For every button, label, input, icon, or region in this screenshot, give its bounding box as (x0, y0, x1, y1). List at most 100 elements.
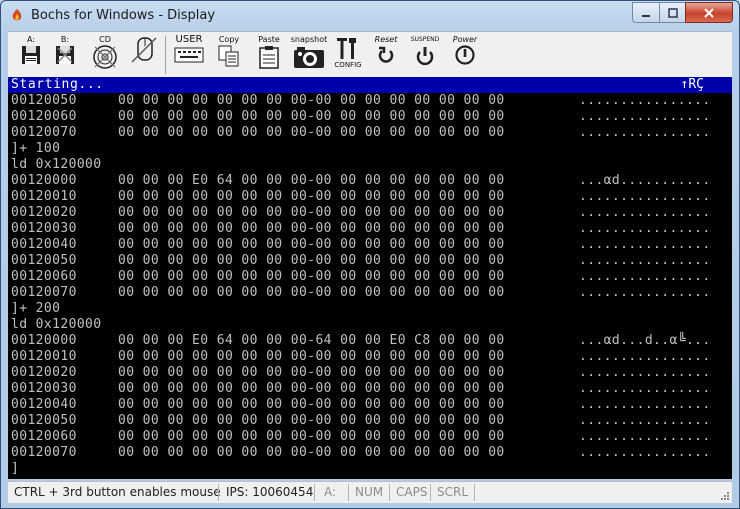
dump-ascii: ...αd........... (579, 173, 711, 188)
memory-dump-row: 00120060 00 00 00 00 00 00 00 00-00 00 00… (11, 269, 729, 285)
copy-button[interactable]: Copy (214, 35, 244, 75)
dump-address: 00120030 (11, 221, 77, 236)
dump-ascii: ................ (579, 125, 711, 140)
dump-hex-bytes: 00 00 00 00 00 00 00 00-00 00 00 00 00 0… (118, 109, 505, 124)
memory-dump-row: 00120040 00 00 00 00 00 00 00 00-00 00 00… (11, 237, 729, 253)
resize-grip-icon[interactable] (720, 491, 730, 501)
keyboard-icon (174, 47, 204, 63)
floppy-b-button[interactable]: B: (52, 35, 78, 75)
caps-lock-indicator: CAPS (396, 485, 428, 499)
memory-dump-row: 00120060 00 00 00 00 00 00 00 00-00 00 00… (11, 429, 729, 445)
floppy-a-button[interactable]: A: (18, 35, 44, 75)
memory-dump-row: 00120030 00 00 00 00 00 00 00 00-00 00 00… (11, 221, 729, 237)
dump-address: 00120060 (11, 269, 77, 284)
memory-dump-row: 00120030 00 00 00 00 00 00 00 00-00 00 00… (11, 381, 729, 397)
dump-address: 00120060 (11, 109, 77, 124)
minimize-button[interactable] (632, 2, 660, 23)
memory-dump-row: 00120070 00 00 00 00 00 00 00 00-00 00 00… (11, 445, 729, 461)
dump-hex-bytes: 00 00 00 00 00 00 00 00-00 00 00 00 00 0… (118, 397, 505, 412)
toolbar-separator (165, 36, 166, 74)
dump-address: 00120040 (11, 397, 77, 412)
title-bar[interactable]: Bochs for Windows - Display (1, 1, 739, 31)
command-text: ]+ 100 (11, 141, 61, 156)
command-text: ld 0x120000 (11, 317, 102, 332)
dump-ascii: ................ (579, 429, 711, 444)
dump-ascii: ................ (579, 349, 711, 364)
close-button[interactable] (685, 2, 733, 23)
power-button[interactable]: Power (448, 35, 482, 75)
dump-address: 00120050 (11, 413, 77, 428)
dump-address: 00120070 (11, 285, 77, 300)
status-separator (314, 484, 315, 501)
dump-ascii: ................ (579, 365, 711, 380)
memory-dump-row: 00120060 00 00 00 00 00 00 00 00-00 00 00… (11, 109, 729, 125)
camera-icon (294, 47, 324, 68)
reset-button[interactable]: Reset (370, 35, 402, 75)
cdrom-icon (93, 45, 117, 69)
console-command-line: ld 0x120000 (11, 317, 729, 333)
bochs-app-icon (12, 9, 22, 21)
status-separator (348, 484, 349, 501)
user-keyboard-button[interactable]: USER (172, 35, 206, 75)
memory-dump-row: 00120050 00 00 00 00 00 00 00 00-00 00 00… (11, 93, 729, 109)
console-status-text: Starting... (11, 77, 104, 92)
mouse-capture-button[interactable] (128, 35, 160, 75)
status-separator (218, 484, 219, 501)
dump-hex-bytes: 00 00 00 00 00 00 00 00-00 00 00 00 00 0… (118, 205, 505, 220)
dump-address: 00120060 (11, 429, 77, 444)
dump-address: 00120010 (11, 189, 77, 204)
dump-ascii: ................ (579, 253, 711, 268)
command-text: ]+ 200 (11, 301, 61, 316)
memory-dump-row: 00120000 00 00 00 E0 64 00 00 00-00 00 00… (11, 173, 729, 189)
maximize-icon (667, 8, 678, 18)
dump-ascii: ................ (579, 221, 711, 236)
config-button[interactable]: CONFIG (332, 35, 364, 75)
dump-ascii: ................ (579, 285, 711, 300)
dump-ascii: ................ (579, 413, 711, 428)
memory-dump-row: 00120020 00 00 00 00 00 00 00 00-00 00 00… (11, 205, 729, 221)
dump-hex-bytes: 00 00 00 00 00 00 00 00-00 00 00 00 00 0… (118, 125, 505, 140)
reset-icon (378, 46, 394, 63)
dump-hex-bytes: 00 00 00 00 00 00 00 00-00 00 00 00 00 0… (118, 349, 505, 364)
snapshot-button[interactable]: snapshot (290, 35, 328, 75)
num-lock-indicator: NUM (355, 485, 384, 499)
dump-ascii: ................ (579, 109, 711, 124)
mouse-hint: CTRL + 3rd button enables mouse (14, 485, 221, 499)
memory-dump-row: 00120010 00 00 00 00 00 00 00 00-00 00 00… (11, 349, 729, 365)
memory-dump-row: 00120000 00 00 00 E0 64 00 00 00-64 00 00… (11, 333, 729, 349)
console-command-line: ] (11, 461, 729, 477)
window-title: Bochs for Windows - Display (31, 8, 216, 23)
dump-address: 00120070 (11, 445, 77, 460)
paste-button[interactable]: Paste (254, 35, 284, 75)
scroll-lock-indicator: SCRL (437, 485, 469, 499)
cdrom-button[interactable]: CD (90, 35, 120, 75)
memory-dump-row: 00120010 00 00 00 00 00 00 00 00-00 00 00… (11, 189, 729, 205)
memory-dump-row: 00120040 00 00 00 00 00 00 00 00-00 00 00… (11, 397, 729, 413)
console-command-line: ld 0x120000 (11, 157, 729, 173)
console-command-line: ]+ 100 (11, 141, 729, 157)
dump-address: 00120020 (11, 205, 77, 220)
console-display[interactable]: Starting... ↑RÇ 00120050 00 00 00 00 00 0… (8, 77, 732, 479)
memory-dump-row: 00120020 00 00 00 00 00 00 00 00-00 00 00… (11, 365, 729, 381)
copy-icon (218, 45, 239, 67)
maximize-button[interactable] (659, 2, 686, 23)
dump-address: 00120010 (11, 349, 77, 364)
dump-hex-bytes: 00 00 00 00 00 00 00 00-00 00 00 00 00 0… (118, 237, 505, 252)
dump-hex-bytes: 00 00 00 00 00 00 00 00-00 00 00 00 00 0… (118, 445, 505, 460)
bochs-window: Bochs for Windows - Display A: B: CD USE… (0, 0, 740, 509)
dump-ascii: ................ (579, 445, 711, 460)
dump-address: 00120050 (11, 253, 77, 268)
console-header: Starting... ↑RÇ (8, 77, 732, 93)
suspend-icon (416, 47, 434, 66)
dump-address: 00120040 (11, 237, 77, 252)
dump-hex-bytes: 00 00 00 00 00 00 00 00-00 00 00 00 00 0… (118, 365, 505, 380)
command-text: ] (11, 461, 20, 476)
drive-indicator: A: (324, 485, 337, 499)
memory-dump-row: 00120050 00 00 00 00 00 00 00 00-00 00 00… (11, 253, 729, 269)
suspend-button[interactable]: SUSPEND (408, 35, 442, 75)
dump-address: 00120020 (11, 365, 77, 380)
dump-hex-bytes: 00 00 00 00 00 00 00 00-00 00 00 00 00 0… (118, 253, 505, 268)
status-separator (389, 484, 390, 501)
dump-hex-bytes: 00 00 00 E0 64 00 00 00-00 00 00 00 00 0… (118, 173, 505, 188)
ips-counter: IPS: 10060454 (226, 485, 314, 499)
